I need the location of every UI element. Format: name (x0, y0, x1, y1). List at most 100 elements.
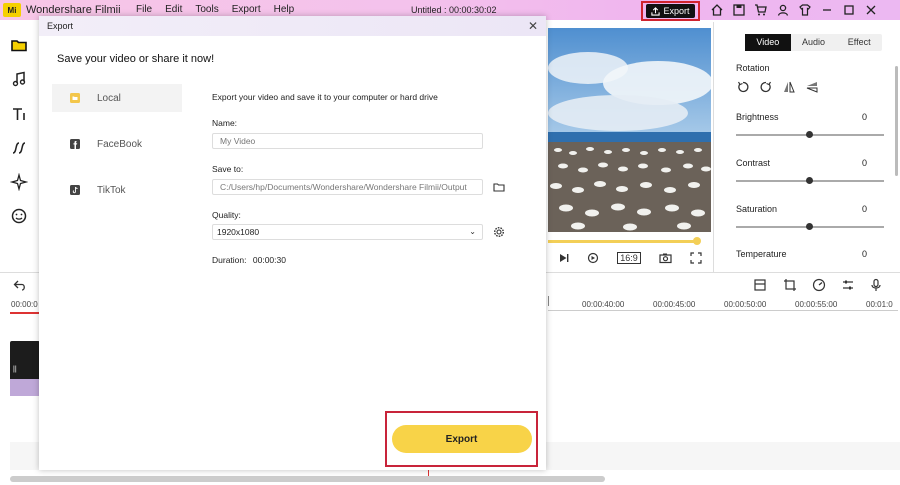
ruler-tick: 00:00:50:00 (724, 300, 767, 309)
flip-vertical-icon[interactable] (805, 80, 819, 94)
duration-row: Duration: 00:00:30 (212, 255, 286, 265)
menu-tools[interactable]: Tools (195, 4, 218, 15)
speed-icon[interactable] (812, 278, 826, 292)
export-description: Export your video and save it to your co… (212, 92, 438, 102)
menu-export[interactable]: Export (232, 4, 261, 15)
menu-help[interactable]: Help (274, 4, 295, 15)
ruler-tick: 00:00:40:00 (582, 300, 625, 309)
nav-item-facebook-label: FaceBook (97, 138, 143, 150)
tiktok-icon (70, 185, 80, 195)
clip-handle-icon[interactable]: || (13, 366, 17, 373)
maximize-icon[interactable] (842, 3, 856, 17)
ruler-tick: 00:00:45:00 (653, 300, 696, 309)
theme-shirt-icon[interactable] (798, 3, 812, 17)
menu-file[interactable]: File (136, 4, 152, 15)
app-name: Wondershare Filmii (26, 4, 121, 16)
crop-icon[interactable] (783, 278, 797, 292)
home-icon[interactable] (710, 3, 724, 17)
preview-controls: 16:9 (548, 245, 711, 271)
ruler-tick: 00:00:55:00 (795, 300, 838, 309)
contrast-slider[interactable] (736, 177, 884, 184)
undo-icon[interactable] (13, 278, 27, 292)
nav-item-tiktok-label: TikTok (97, 184, 126, 196)
browse-folder-icon[interactable] (493, 181, 505, 193)
video-preview[interactable] (548, 28, 711, 232)
video-clip-audio-wave (10, 379, 40, 396)
microphone-icon[interactable] (869, 278, 883, 292)
brightness-slider-thumb[interactable] (806, 131, 813, 138)
ruler-divider (548, 296, 549, 306)
brightness-slider[interactable] (736, 131, 884, 138)
minimize-icon[interactable] (820, 3, 834, 17)
menu-edit[interactable]: Edit (165, 4, 182, 15)
rotate-left-icon[interactable] (736, 80, 750, 94)
save-path-input[interactable]: C:/Users/hp/Documents/Wondershare/Wonder… (212, 179, 483, 195)
menu-bar: File Edit Tools Export Help (136, 4, 294, 15)
audio-note-icon[interactable] (10, 70, 28, 88)
top-export-label: Export (663, 6, 690, 16)
elements-smiley-icon[interactable] (10, 207, 28, 225)
video-clip[interactable]: || (10, 341, 40, 396)
save-icon[interactable] (732, 3, 746, 17)
quality-select[interactable]: 1920x1080 ⌄ (212, 224, 483, 240)
tab-effect[interactable]: Effect (836, 34, 882, 51)
ruler-tick: 00:00:0 (11, 300, 38, 309)
quality-value: 1920x1080 (217, 227, 260, 237)
cart-icon[interactable] (754, 3, 768, 17)
preview-image (548, 28, 711, 232)
app-logo: Mi (3, 3, 21, 17)
quality-settings-gear-icon[interactable] (493, 226, 505, 238)
export-dialog-title: Export (47, 21, 74, 31)
duration-value: 00:00:30 (252, 255, 286, 265)
tab-video[interactable]: Video (745, 34, 791, 51)
saturation-slider-thumb[interactable] (806, 223, 813, 230)
play-icon[interactable] (557, 252, 569, 264)
adjust-sliders-icon[interactable] (841, 278, 855, 292)
ruler-baseline (548, 310, 898, 311)
close-icon[interactable] (864, 3, 878, 17)
export-icon (651, 6, 661, 16)
export-settings: Export your video and save it to your co… (212, 16, 542, 470)
local-folder-icon (70, 93, 80, 103)
aspect-ratio-button[interactable]: 16:9 (617, 252, 641, 264)
top-export-button[interactable]: Export (646, 4, 695, 18)
rotation-controls (736, 80, 819, 94)
nav-item-tiktok[interactable]: TikTok (52, 176, 182, 204)
nav-item-facebook[interactable]: FaceBook (52, 130, 182, 158)
temperature-label: Temperature (736, 249, 787, 259)
preview-progress-handle[interactable] (693, 237, 701, 245)
tab-audio[interactable]: Audio (791, 34, 837, 51)
timeline-horizontal-scrollbar[interactable] (10, 476, 605, 482)
effects-sparkle-icon[interactable] (10, 173, 28, 191)
saturation-slider[interactable] (736, 223, 884, 230)
loop-icon[interactable] (587, 252, 599, 264)
nav-item-local-label: Local (97, 92, 121, 104)
export-dialog: Export ✕ Save your video or share it now… (39, 16, 546, 470)
fullscreen-icon[interactable] (690, 252, 702, 264)
ruler-tick: 00:01:0 (866, 300, 893, 309)
text-title-icon[interactable] (10, 105, 28, 123)
transition-icon[interactable] (10, 139, 28, 157)
quality-label: Quality: (212, 210, 241, 220)
save-to-label: Save to: (212, 164, 244, 174)
flip-horizontal-icon[interactable] (782, 80, 796, 94)
export-button-highlight: Export (385, 411, 538, 467)
rotation-label: Rotation (736, 63, 770, 73)
playhead-marker[interactable] (10, 312, 40, 314)
properties-panel: Video Audio Effect Rotation Brightness 0… (713, 22, 900, 272)
rotate-right-icon[interactable] (759, 80, 773, 94)
properties-scrollbar[interactable] (895, 66, 898, 176)
top-export-highlight: Export (641, 1, 700, 21)
contrast-label: Contrast (736, 158, 771, 168)
dialog-export-button[interactable]: Export (391, 425, 532, 453)
media-folder-icon[interactable] (10, 36, 28, 54)
contrast-slider-thumb[interactable] (806, 177, 813, 184)
nav-item-local[interactable]: Local (52, 84, 182, 112)
preview-progress-bar[interactable] (548, 240, 698, 243)
name-input[interactable]: My Video (212, 133, 483, 149)
snapshot-camera-icon[interactable] (659, 252, 672, 264)
user-icon[interactable] (776, 3, 790, 17)
left-toolbar (0, 22, 38, 272)
saturation-value: 0 (862, 204, 868, 214)
marker-icon[interactable] (753, 278, 767, 292)
